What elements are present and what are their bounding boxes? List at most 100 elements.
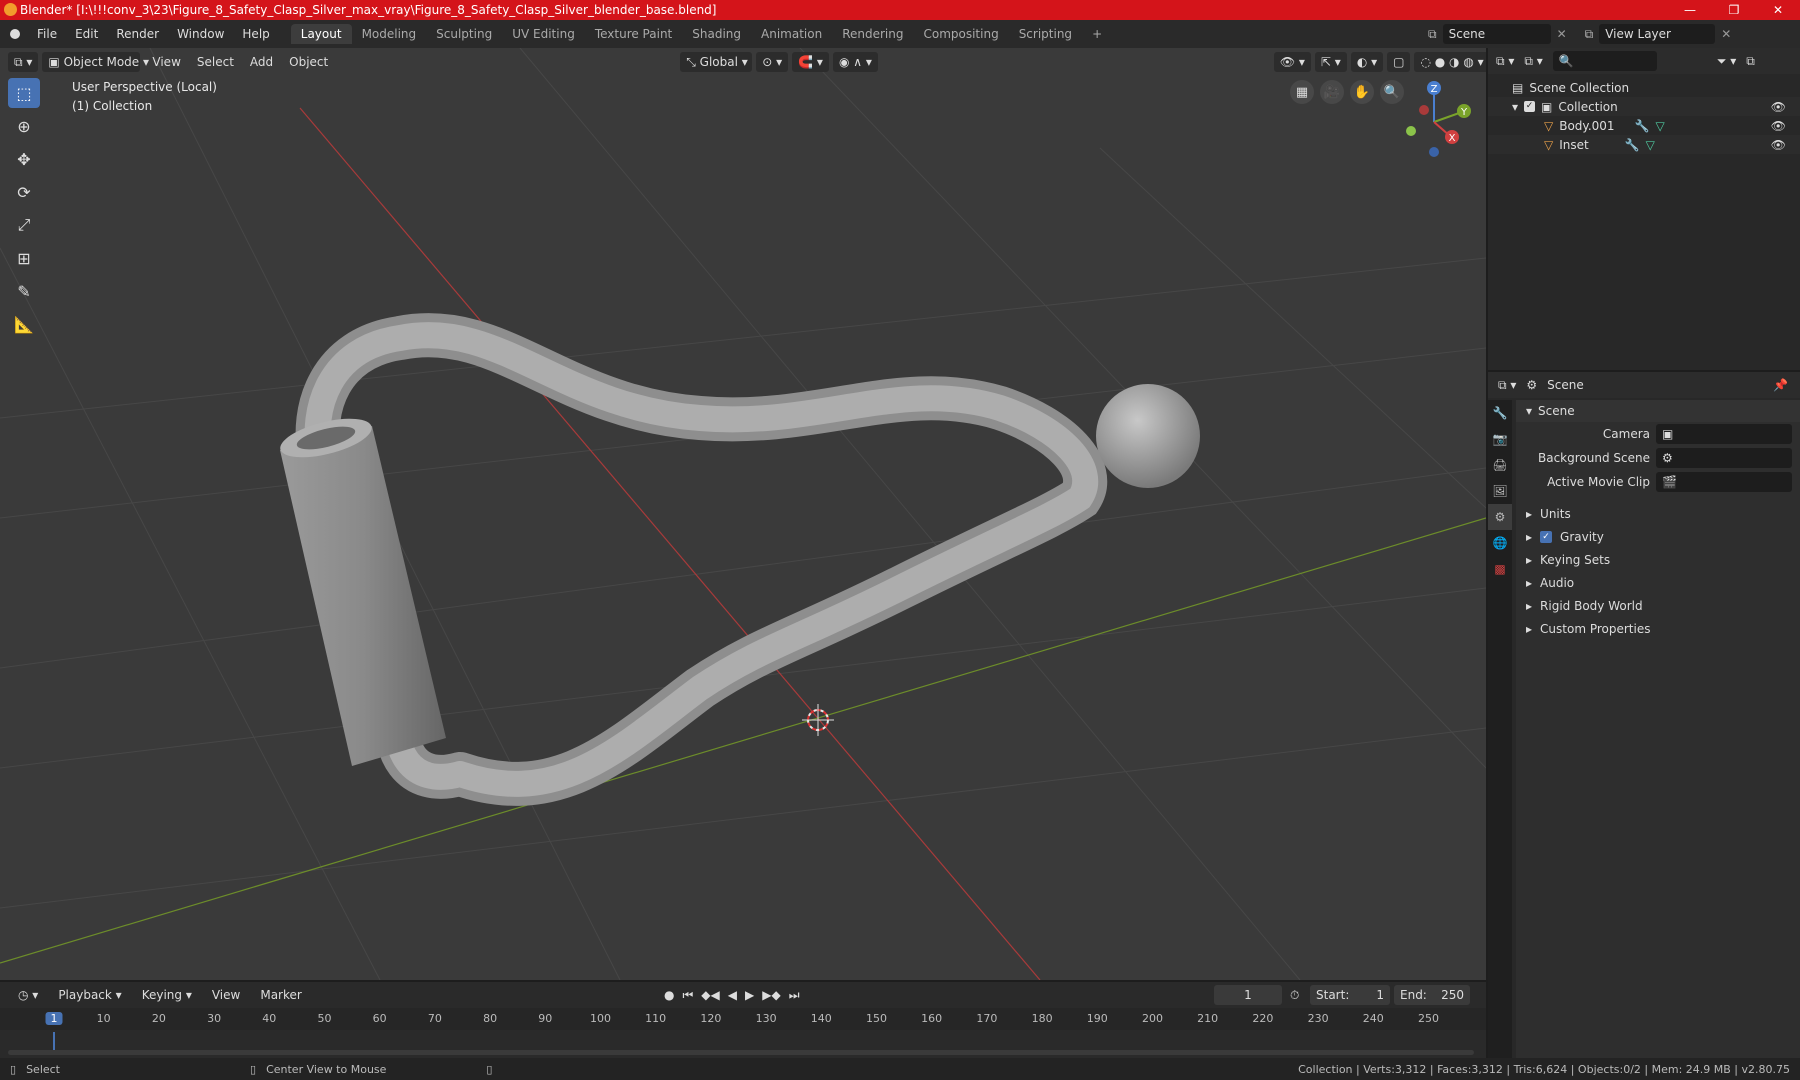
shading-mode-icons[interactable]: ◌ ● ◑ ◍ ▾ [1414,52,1486,72]
next-keyframe-icon[interactable]: ▶◆ [762,988,780,1003]
timeline-scrollbar[interactable] [8,1050,1474,1055]
stopwatch-icon[interactable]: ⏱ [1290,988,1299,1003]
texture-tab-icon[interactable]: ▩ [1488,556,1512,582]
menu-help[interactable]: Help [233,27,278,41]
view-layer-browse-icon[interactable]: ⧉ [1585,27,1594,42]
view-layer-close-icon[interactable]: ✕ [1721,27,1731,41]
cursor-tool-icon[interactable]: ⊕ [8,111,40,141]
tab-shading[interactable]: Shading [682,24,751,44]
tab-modeling[interactable]: Modeling [352,24,427,44]
pin-icon[interactable]: 📌 [1773,378,1788,392]
tab-uv-editing[interactable]: UV Editing [502,24,585,44]
gizmo-toggle-icon[interactable]: ⇱ ▾ [1314,52,1347,72]
scene-selector[interactable]: Scene [1442,24,1551,44]
display-mode-icon[interactable]: ⧉ ▾ [1524,54,1542,69]
gravity-checkbox[interactable]: ✓ [1540,530,1553,543]
select-box-tool-icon[interactable]: ⬚ [8,78,40,108]
outliner-item-inset[interactable]: ▽ Inset 🔧 ▽ 👁 [1488,135,1800,154]
menu-object[interactable]: Object [281,55,336,69]
menu-render[interactable]: Render [107,27,168,41]
custom-properties-section[interactable]: ▸ Custom Properties [1516,617,1800,640]
menu-add[interactable]: Add [242,55,281,69]
collapse-arrow-icon[interactable]: ▾ [1512,100,1518,114]
rigid-body-world-section[interactable]: ▸ Rigid Body World [1516,594,1800,617]
tab-texture-paint[interactable]: Texture Paint [585,24,682,44]
visibility-icon[interactable]: 👁 ▾ [1273,52,1311,72]
annotate-tool-icon[interactable]: ✎ [8,276,40,306]
snap-icon[interactable]: 🧲 ▾ [792,52,829,72]
timeline-editor-type-icon[interactable]: ◷ ▾ [10,988,46,1002]
world-tab-icon[interactable]: 🌐 [1488,530,1512,556]
measure-tool-icon[interactable]: 📐 [8,309,40,339]
rotate-tool-icon[interactable]: ⟳ [8,177,40,207]
eye-icon[interactable]: 👁 [1771,100,1786,114]
render-tab-icon[interactable]: 📷 [1488,426,1512,452]
proportional-editing-icon[interactable]: ◉ ∧ ▾ [832,52,878,72]
keying-sets-section[interactable]: ▸ Keying Sets [1516,548,1800,571]
pivot-point-icon[interactable]: ⊙ ▾ [756,52,789,72]
audio-section[interactable]: ▸ Audio [1516,571,1800,594]
scene-browse-icon[interactable]: ⧉ [1428,27,1437,42]
eye-icon[interactable]: 👁 [1771,119,1786,133]
navigation-gizmo[interactable]: Z Y X [1394,74,1474,164]
output-tab-icon[interactable]: 🖨 [1488,452,1512,478]
tab-animation[interactable]: Animation [751,24,832,44]
outliner-item-body[interactable]: ▽ Body.001 🔧 ▽ 👁 [1488,116,1800,135]
gravity-section[interactable]: ▸ ✓ Gravity [1516,525,1800,548]
current-frame-field[interactable]: 1 [1214,985,1282,1005]
mesh-data-icon[interactable]: ▽ [1656,119,1665,133]
camera-view-icon[interactable]: 🎥 [1320,80,1344,104]
record-icon[interactable]: ● [664,988,674,1003]
eye-icon[interactable]: 👁 [1771,138,1786,152]
filter-icon[interactable]: ⏷ ▾ [1717,54,1736,69]
scene-panel-header[interactable]: ▾ Scene [1516,400,1800,422]
tab-layout[interactable]: Layout [290,24,352,44]
playback-menu[interactable]: Playback ▾ [50,988,129,1002]
outliner-search-input[interactable]: 🔍 [1552,51,1657,71]
play-icon[interactable]: ▶ [745,988,754,1003]
close-button[interactable]: ✕ [1756,0,1800,20]
play-reverse-icon[interactable]: ◀ [728,988,737,1003]
units-section[interactable]: ▸ Units [1516,502,1800,525]
menu-select[interactable]: Select [189,55,242,69]
menu-view[interactable]: View [144,55,188,69]
camera-field[interactable]: ▣ [1656,424,1792,444]
outliner-collection[interactable]: ▾ ✓ ▣ Collection 👁 [1488,97,1800,116]
transform-orientation-selector[interactable]: ⤡ Global ▾ [680,52,753,72]
view-layer-selector[interactable]: View Layer [1599,24,1716,44]
mesh-data-icon[interactable]: ▽ [1646,138,1655,152]
menu-edit[interactable]: Edit [66,27,107,41]
modifier-wrench-icon[interactable]: 🔧 [1635,119,1650,133]
jump-end-icon[interactable]: ⏭ [789,988,800,1003]
prev-keyframe-icon[interactable]: ◆◀ [701,988,719,1003]
start-frame-field[interactable]: Start: 1 [1310,985,1390,1005]
mode-selector[interactable]: ▣ Object Mode ▾ [42,52,149,72]
modifier-wrench-icon[interactable]: 🔧 [1625,138,1640,152]
blender-menu-icon[interactable] [10,29,20,39]
playhead-line[interactable] [53,1032,55,1050]
transform-tool-icon[interactable]: ⊞ [8,243,40,273]
tab-rendering[interactable]: Rendering [832,24,913,44]
xray-toggle-icon[interactable]: ▢ [1387,52,1411,72]
outliner-scene-collection[interactable]: ▤ Scene Collection [1488,78,1800,97]
maximize-button[interactable]: ❐ [1712,0,1756,20]
scene-close-icon[interactable]: ✕ [1557,27,1567,41]
menu-window[interactable]: Window [168,27,233,41]
jump-start-icon[interactable]: ⏮ [682,988,693,1003]
overlay-toggle-icon[interactable]: ◐ ▾ [1350,52,1384,72]
editor-type-icon[interactable]: ⧉ ▾ [8,52,39,72]
grid-view-icon[interactable]: ▦ [1290,80,1314,104]
exclude-checkbox[interactable]: ✓ [1524,101,1536,112]
3d-viewport[interactable]: ⧉ ▾ ▣ Object Mode ▾ View Select Add Obje… [0,48,1486,980]
tab-compositing[interactable]: Compositing [913,24,1008,44]
end-frame-field[interactable]: End: 250 [1394,985,1470,1005]
menu-file[interactable]: File [28,27,66,41]
marker-menu[interactable]: Marker [252,988,309,1002]
timeline-view-menu[interactable]: View [204,988,248,1002]
scene-tab-icon[interactable]: ⚙ [1488,504,1512,530]
keying-menu[interactable]: Keying ▾ [134,988,200,1002]
new-collection-icon[interactable]: ⧉ [1746,54,1755,69]
tab-scripting[interactable]: Scripting [1009,24,1082,44]
movie-clip-field[interactable]: 🎬 [1656,472,1792,492]
tool-tab-icon[interactable]: 🔧 [1488,400,1512,426]
